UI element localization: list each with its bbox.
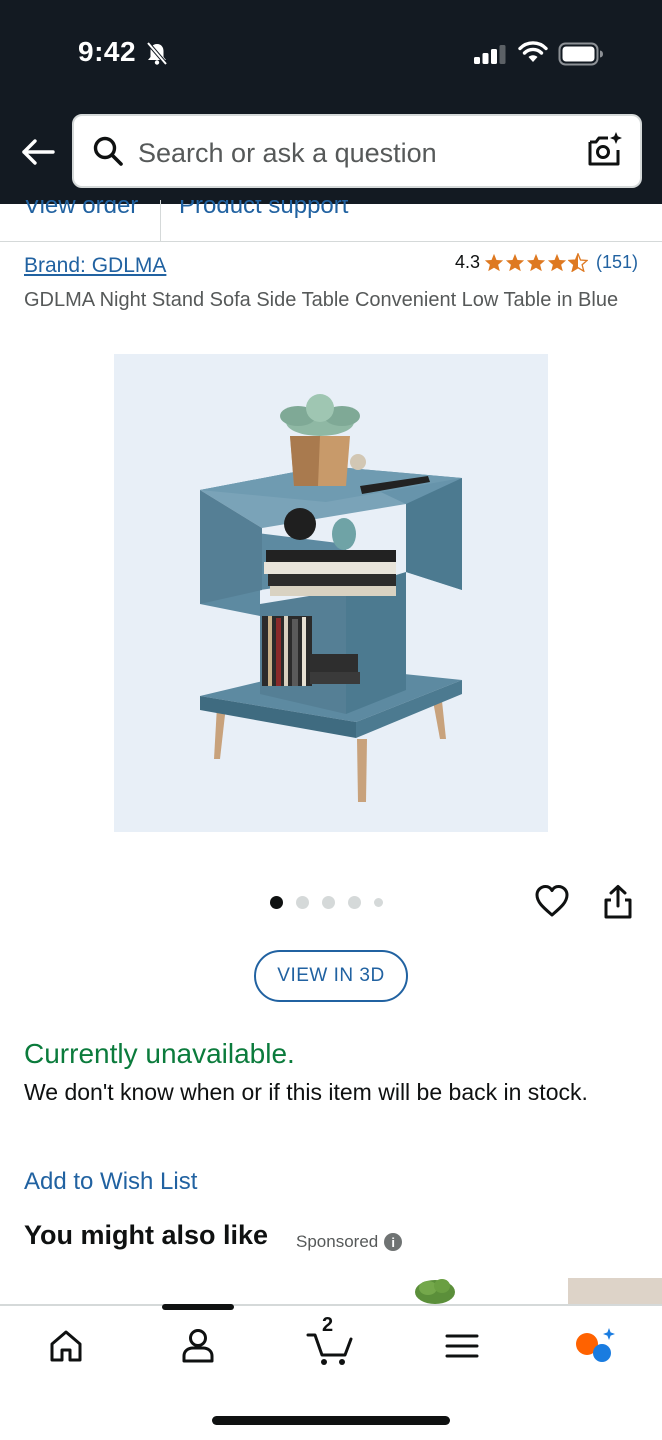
product-support-link[interactable]: Product support — [179, 200, 348, 220]
product-image[interactable] — [114, 354, 548, 832]
rating-value: 4.3 — [454, 252, 480, 272]
search-icon — [93, 136, 123, 166]
star-full-icon — [547, 253, 567, 272]
rufus-icon — [576, 1328, 615, 1362]
share-button[interactable] — [602, 884, 634, 925]
nav-account-button[interactable] — [168, 1322, 228, 1370]
view-in-3d-button[interactable]: VIEW IN 3D — [254, 950, 408, 1002]
heart-icon — [535, 885, 569, 917]
arrow-left-icon — [22, 139, 55, 165]
side-table-image — [200, 394, 462, 802]
carousel-dot[interactable] — [348, 896, 361, 909]
image-carousel-dots[interactable] — [270, 896, 383, 909]
divider — [160, 200, 161, 241]
home-icon — [50, 1330, 82, 1362]
carousel-dot[interactable] — [270, 896, 283, 909]
nav-home-button[interactable] — [36, 1322, 96, 1370]
search-input[interactable]: Search or ask a question — [138, 138, 437, 169]
cellular-signal-icon — [474, 45, 506, 64]
add-to-wish-list-link[interactable]: Add to Wish List — [24, 1168, 197, 1196]
star-half-icon — [567, 253, 588, 272]
search-bar[interactable]: Search or ask a question — [72, 114, 642, 188]
star-full-icon — [484, 253, 504, 272]
product-title: GDLMA Night Stand Sofa Side Table Conven… — [24, 289, 619, 311]
menu-icon — [445, 1334, 479, 1358]
recommendations-heading: You might also like — [24, 1220, 269, 1250]
availability-message: We don't know when or if this item will … — [24, 1079, 588, 1105]
nav-cart-button[interactable]: 2 — [300, 1314, 360, 1370]
person-icon — [182, 1329, 214, 1363]
active-tab-indicator — [162, 1304, 234, 1310]
nav-menu-button[interactable] — [432, 1322, 492, 1370]
wishlist-heart-button[interactable] — [534, 884, 570, 923]
status-bar: 9:42 — [0, 0, 662, 108]
view-order-link[interactable]: View order — [24, 200, 138, 220]
star-full-icon — [526, 253, 546, 272]
wifi-icon — [518, 41, 548, 62]
brand-link[interactable]: Brand: GDLMA — [24, 254, 166, 278]
availability-status: Currently unavailable. — [24, 1038, 295, 1069]
order-links: View order Product support — [0, 200, 662, 242]
home-indicator[interactable] — [212, 1416, 450, 1425]
rating-summary[interactable]: 4.3 (151) — [455, 252, 638, 273]
status-time: 9:42 — [78, 36, 137, 67]
share-icon — [604, 885, 632, 919]
star-rating — [484, 253, 588, 272]
back-button[interactable] — [18, 132, 58, 172]
cart-count-badge: 2 — [322, 1314, 334, 1336]
bell-off-icon — [146, 42, 168, 66]
recommendation-thumbnail[interactable] — [568, 1278, 662, 1306]
sponsored-label[interactable]: Sponsored i — [296, 1232, 403, 1252]
nav-rufus-button[interactable] — [562, 1322, 622, 1370]
carousel-dot[interactable] — [296, 896, 309, 909]
battery-icon — [558, 42, 603, 66]
info-icon[interactable]: i — [384, 1233, 403, 1251]
carousel-dot[interactable] — [374, 898, 383, 907]
star-full-icon — [505, 253, 525, 272]
camera-search-icon[interactable] — [586, 130, 626, 170]
recommendation-thumbnail[interactable] — [410, 1276, 460, 1306]
carousel-dot[interactable] — [322, 896, 335, 909]
sponsored-text: Sponsored — [296, 1232, 379, 1251]
review-count[interactable]: (151) — [596, 252, 638, 273]
